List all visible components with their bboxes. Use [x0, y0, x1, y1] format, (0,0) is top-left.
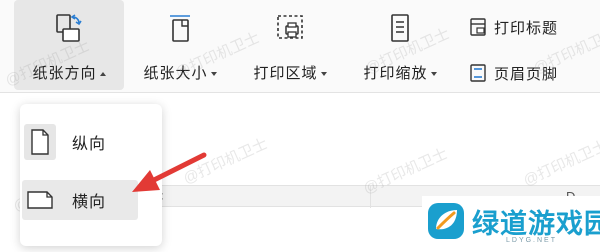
- print-scale-label: 打印缩放: [363, 65, 428, 82]
- landscape-label: 横向: [72, 194, 107, 211]
- page-setup-toolbar: 纸张方向 纸张大小 打印区域 打印缩放 打印标题 页眉页脚: [0, 0, 600, 92]
- paper-size-button[interactable]: 纸张大小: [130, 0, 230, 90]
- logo-domain: LDYG.NET: [506, 237, 558, 244]
- print-area-button[interactable]: 打印区域: [240, 0, 340, 90]
- chevron-up-icon: [99, 72, 106, 77]
- orientation-label: 纸张方向: [32, 65, 97, 82]
- print-titles-icon: [470, 18, 486, 36]
- print-titles-button[interactable]: 打印标题: [468, 14, 558, 40]
- print-area-label: 打印区域: [253, 65, 318, 82]
- portrait-label: 纵向: [72, 136, 107, 153]
- landscape-page-icon: [24, 182, 56, 218]
- column-divider: [370, 186, 371, 208]
- header-footer-icon: [470, 64, 486, 82]
- logo-name: 绿道游戏园: [472, 209, 600, 239]
- chevron-down-icon: [210, 72, 217, 77]
- print-scale-icon: [391, 14, 409, 42]
- header-footer-label: 页眉页脚: [494, 65, 559, 83]
- portrait-page-icon: [24, 124, 56, 160]
- menu-item-portrait[interactable]: 纵向: [22, 122, 138, 162]
- paper-size-label: 纸张大小: [143, 65, 208, 82]
- chevron-down-icon: [430, 72, 437, 77]
- toolbar-divider: [0, 92, 600, 93]
- print-area-icon: [277, 15, 303, 39]
- site-logo: 绿道游戏园 LDYG.NET: [422, 196, 600, 252]
- header-footer-button[interactable]: 页眉页脚: [468, 60, 558, 86]
- print-titles-label: 打印标题: [494, 19, 559, 37]
- menu-item-landscape[interactable]: 横向: [22, 180, 138, 220]
- print-scale-button[interactable]: 打印缩放: [350, 0, 450, 90]
- logo-mark-icon: [428, 203, 464, 239]
- chevron-down-icon: [320, 72, 327, 77]
- watermark-text: @打印机卫士: [520, 137, 600, 190]
- orientation-button[interactable]: 纸张方向: [14, 0, 124, 90]
- paper-size-icon: [170, 15, 190, 42]
- watermark-text: @打印机卫士: [180, 135, 271, 188]
- orientation-icon: [56, 14, 82, 42]
